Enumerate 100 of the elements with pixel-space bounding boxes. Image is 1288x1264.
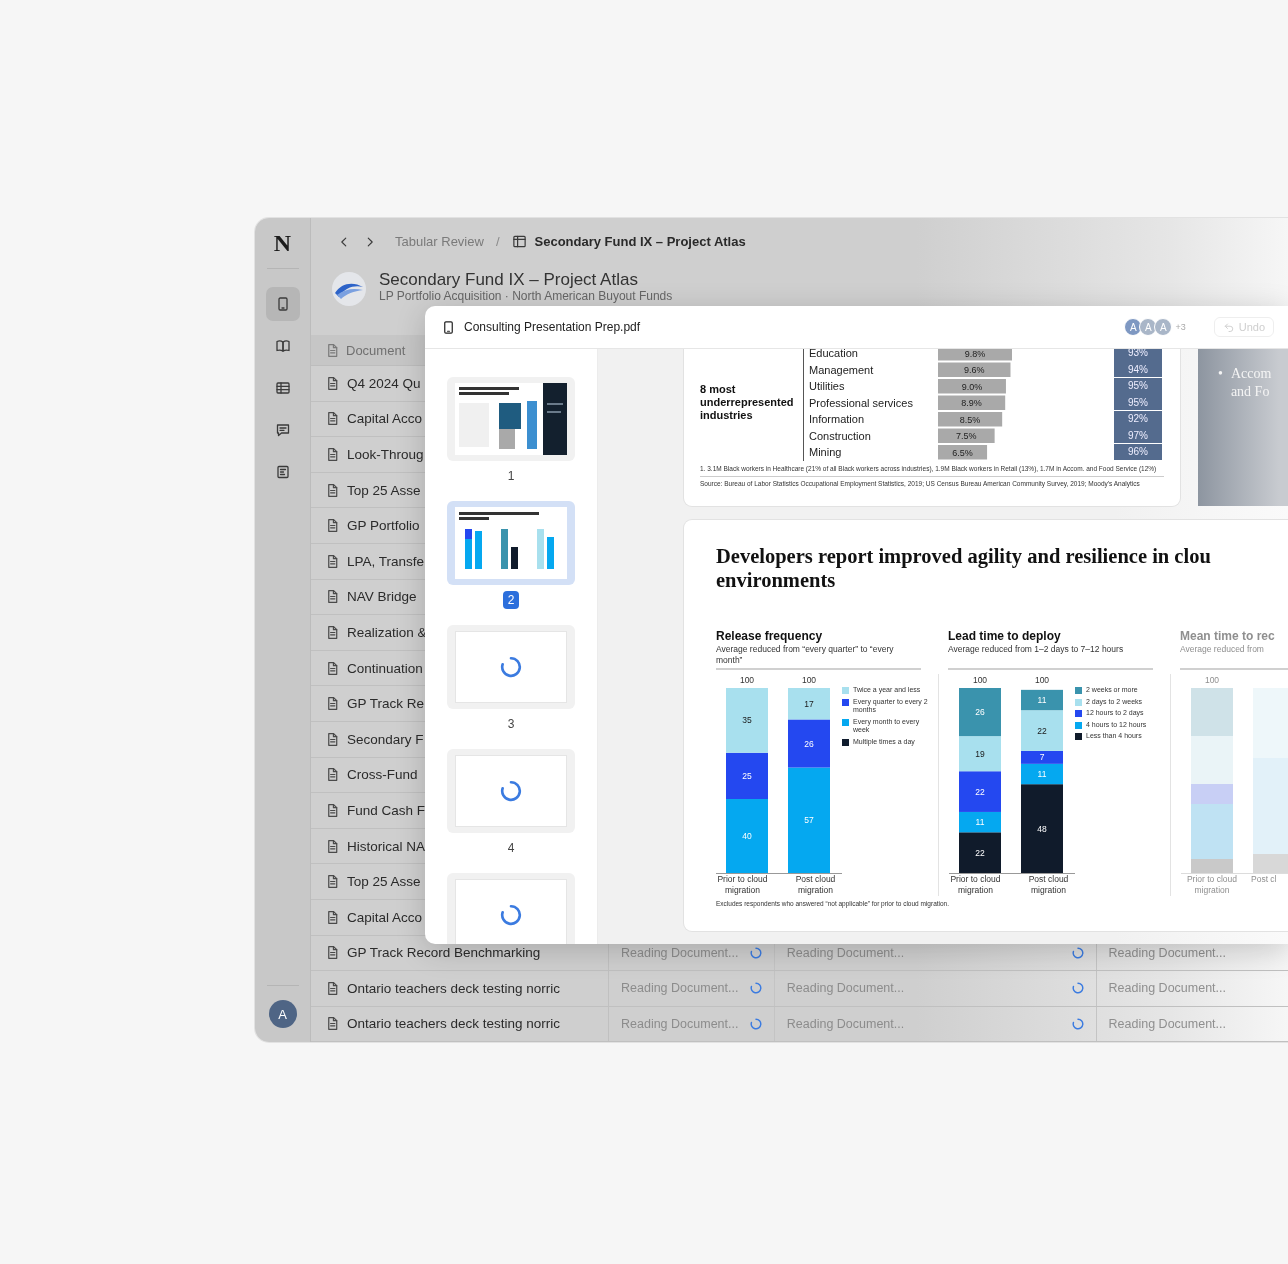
user-avatar[interactable]: A	[268, 1000, 297, 1028]
document-name[interactable]: Look-Throug	[347, 447, 424, 462]
document-name[interactable]: Ontario teachers deck testing norric	[347, 980, 561, 996]
document-name[interactable]: Top 25 Asse	[347, 874, 421, 890]
document-name[interactable]: Top 25 Asse	[347, 482, 421, 498]
app-logo: N	[266, 230, 299, 269]
category-label: Prior to cloud migration	[1185, 874, 1239, 896]
page-thumbnail[interactable]	[447, 377, 575, 461]
spinner-icon	[749, 946, 762, 959]
bar-value: 8.5%	[959, 414, 981, 425]
document-name[interactable]: Capital Acco	[347, 909, 423, 925]
total-label: 100	[1034, 675, 1050, 685]
document-name[interactable]: Historical NA	[347, 838, 425, 854]
page-title: Secondary Fund IX – Project Atlas	[379, 271, 639, 289]
slide-title: Developers report improved agility and resilience in clou environments	[716, 544, 1212, 592]
document-name[interactable]: Cross-Fund	[347, 767, 418, 783]
document-icon	[325, 1016, 340, 1032]
bar-value: 26	[804, 738, 814, 749]
category-label: Prior to cloud migration	[716, 874, 769, 896]
category-label: Post cloud migration	[794, 874, 837, 896]
document-icon	[325, 874, 340, 890]
bar	[938, 445, 988, 460]
document-name[interactable]: Secondary F	[347, 731, 424, 747]
bar-value: 9.6%	[964, 365, 985, 375]
document-icon	[325, 731, 340, 747]
bar-value: 11	[975, 817, 985, 828]
document-icon	[274, 464, 291, 480]
percent-box: 93%	[1114, 349, 1162, 361]
document-name[interactable]: GP Track Record Benchmarking	[347, 945, 541, 961]
document-icon	[325, 767, 340, 783]
document-name[interactable]: Realization &	[347, 624, 427, 640]
percent-box: 95%	[1114, 394, 1162, 411]
bar-value: 25	[742, 770, 752, 781]
document-icon	[325, 696, 340, 712]
document-name[interactable]: Q4 2024 Qu	[347, 375, 421, 391]
spinner-icon	[500, 780, 522, 802]
total-label: 100	[739, 675, 755, 685]
bar-value: 7.5%	[956, 431, 977, 441]
page-subtitle: LP Portfolio Acquisition · North American Buyout Funds	[379, 289, 673, 303]
bar-segment	[959, 736, 1001, 772]
bar-value: 19	[975, 748, 985, 759]
table-cell: Reading Document...	[774, 971, 1097, 1006]
spinner-icon	[749, 1018, 762, 1030]
bar-value: 26	[975, 707, 985, 718]
bar-value: 6.5%	[952, 447, 973, 458]
bar-value: 22	[975, 847, 985, 858]
table-icon	[511, 234, 527, 249]
bar-value: 11	[1037, 769, 1047, 780]
page-thumbnail[interactable]	[447, 625, 575, 709]
document-icon	[325, 589, 340, 605]
document-name[interactable]: Fund Cash F	[347, 802, 426, 818]
document-name[interactable]: LPA, Transfe	[347, 553, 425, 569]
bar-value: 7	[1039, 752, 1045, 763]
page-number: 2	[502, 591, 520, 609]
document-icon	[325, 980, 340, 996]
spinner-icon	[1071, 1018, 1084, 1030]
bar-value: 40	[742, 831, 752, 841]
document-name[interactable]: Continuation	[347, 660, 423, 676]
page-thumbnail[interactable]	[447, 873, 575, 944]
document-icon	[325, 660, 340, 676]
industry-label: Professional services	[809, 396, 914, 409]
bar	[938, 428, 995, 443]
page-thumbnail[interactable]	[447, 501, 575, 585]
percent-box: 95%	[1114, 377, 1162, 394]
collaborator-avatar: A	[1154, 318, 1173, 336]
spinner-icon	[1071, 946, 1084, 959]
page-thumbnail[interactable]	[447, 749, 575, 833]
document-name[interactable]: Capital Acco	[347, 411, 423, 427]
chart-subtitle: Average reduced from 1–2 days to 7–12 hours	[948, 644, 1153, 670]
table-cell: Reading Document...	[609, 1006, 775, 1042]
document-name[interactable]: GP Portfolio	[347, 518, 420, 534]
chart-title: Lead time to deploy	[948, 628, 1062, 644]
document-name[interactable]: GP Track Re	[347, 696, 425, 712]
chart-title: Mean time to rec	[1180, 628, 1276, 644]
chart-title: Release frequency	[716, 628, 824, 644]
bar-value: 22	[1037, 725, 1047, 736]
group-label: 8 most underrepresented industries	[700, 383, 795, 423]
bar-value: 9.0%	[961, 381, 983, 392]
breadcrumb-separator: /	[495, 234, 500, 249]
chart-subtitle: Average reduced from “every quarter” to “every month”	[716, 644, 921, 670]
bar-value: 57	[804, 815, 814, 826]
rail-button[interactable]	[265, 287, 300, 321]
total-label: 100	[1204, 675, 1220, 685]
bar-segment	[959, 688, 1001, 737]
document-name[interactable]: NAV Bridge	[347, 589, 417, 605]
bar-value: 48	[1037, 823, 1047, 834]
page-number: 3	[506, 716, 516, 733]
page-number: 1	[506, 468, 516, 485]
document-name[interactable]: Ontario teachers deck testing norric	[347, 1016, 561, 1032]
bar-value: 17	[804, 698, 814, 709]
table-cell-text: Reading Document...	[1107, 1016, 1227, 1033]
document-icon	[325, 802, 340, 818]
percent-box: 92%	[1114, 410, 1162, 427]
spinner-icon	[749, 982, 762, 995]
tablet-icon	[441, 319, 456, 335]
bullet-mark: •	[1218, 365, 1223, 383]
breadcrumb-current: Secondary Fund IX – Project Atlas	[534, 234, 746, 249]
category-label: Post cl	[1251, 874, 1278, 886]
chat-icon	[274, 422, 291, 438]
column-header: Document	[346, 342, 406, 358]
